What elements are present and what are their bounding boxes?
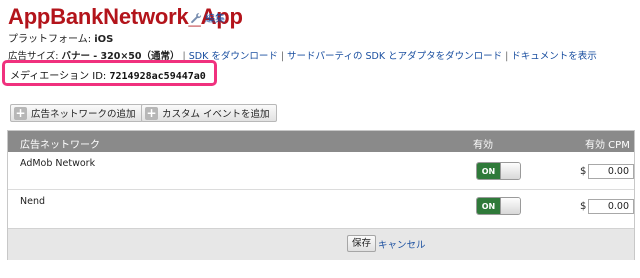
- platform-value: iOS: [94, 34, 114, 45]
- toggle-on-label: ON: [477, 198, 500, 214]
- currency-symbol: $: [580, 201, 587, 212]
- edit-link[interactable]: 編集: [205, 10, 225, 25]
- add-network-label: 広告ネットワークの追加: [31, 109, 136, 120]
- toggle-knob: [500, 163, 520, 179]
- save-button[interactable]: 保存: [347, 235, 377, 252]
- plus-icon: +: [14, 105, 27, 120]
- enabled-toggle[interactable]: ON: [476, 162, 521, 180]
- cancel-link[interactable]: キャンセル: [378, 237, 426, 251]
- add-custom-event-button[interactable]: + カスタム イベントを追加: [141, 104, 277, 122]
- network-name: AdMob Network: [20, 158, 96, 169]
- header-cpm: 有効 CPM: [585, 140, 630, 151]
- toggle-knob: [500, 198, 520, 214]
- platform-line: プラットフォーム: iOS: [8, 30, 113, 45]
- network-name: Nend: [20, 196, 46, 207]
- row-divider: [8, 189, 634, 190]
- mediation-id-value: 7214928ac59447a0: [109, 71, 206, 82]
- documentation-link[interactable]: ドキュメントを表示: [511, 51, 597, 62]
- add-custom-event-label: カスタム イベントを追加: [162, 109, 270, 120]
- third-party-sdk-link[interactable]: サードパーティの SDK とアダプタをダウンロード: [287, 51, 502, 62]
- currency-symbol: $: [580, 166, 587, 177]
- cpm-input[interactable]: [588, 164, 634, 179]
- wrench-icon: [191, 12, 202, 23]
- mediation-id-line: メディエーション ID: 7214928ac59447a0: [10, 67, 206, 82]
- enabled-toggle[interactable]: ON: [476, 197, 521, 215]
- plus-icon: +: [145, 105, 158, 120]
- mediation-id-label: メディエーション ID:: [10, 71, 110, 82]
- header-network: 広告ネットワーク: [20, 140, 100, 151]
- edit-control[interactable]: 編集: [190, 10, 225, 25]
- add-network-button[interactable]: + 広告ネットワークの追加: [10, 104, 143, 122]
- toggle-on-label: ON: [477, 163, 500, 179]
- platform-label: プラットフォーム:: [8, 34, 95, 45]
- table-header: [8, 131, 634, 152]
- cpm-input[interactable]: [588, 199, 634, 214]
- table-footer: [8, 228, 634, 260]
- header-enabled: 有効: [473, 140, 493, 151]
